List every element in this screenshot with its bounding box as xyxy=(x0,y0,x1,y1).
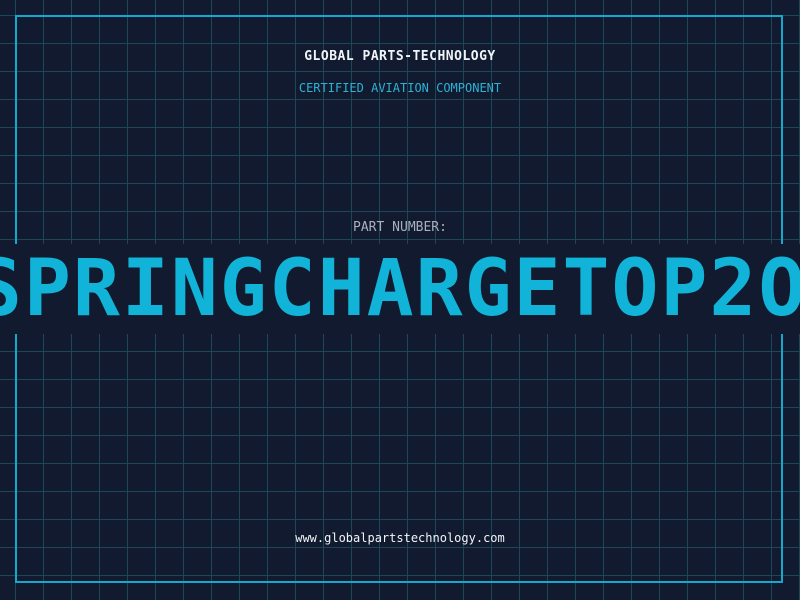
tagline: CERTIFIED AVIATION COMPONENT xyxy=(298,81,502,95)
part-number-band: SPRINGCHARGETOP2OTO xyxy=(0,244,800,334)
part-number-value: SPRINGCHARGETOP2OTO xyxy=(0,244,800,334)
company-name: GLOBAL PARTS-TECHNOLOGY xyxy=(304,49,496,64)
part-number-label: PART NUMBER: xyxy=(353,220,447,235)
label-page: { "header": { "company": "GLOBAL PARTS-T… xyxy=(0,0,800,600)
website-url: www.globalpartstechnology.com xyxy=(295,531,505,545)
